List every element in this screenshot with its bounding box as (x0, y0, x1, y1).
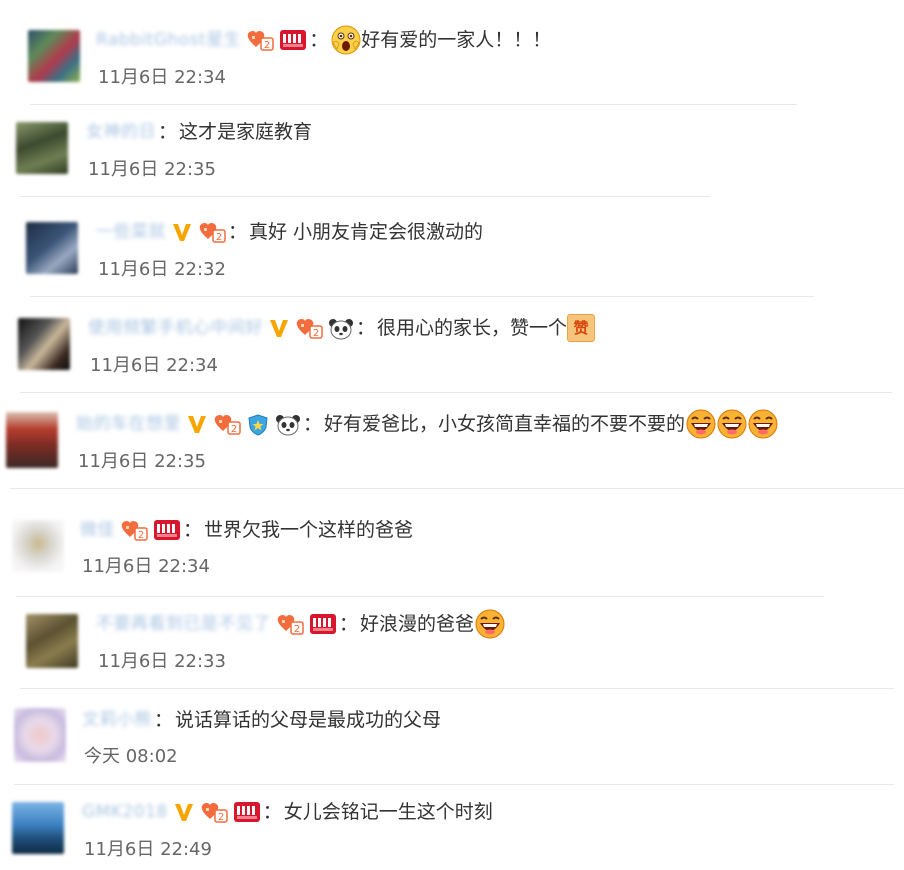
username-link[interactable]: 微佳 (80, 516, 115, 544)
shocked-emoji-icon (331, 25, 361, 55)
divider (14, 784, 894, 785)
laughing-emoji-icon (686, 409, 716, 439)
comment-text: 好有爱爸比，小女孩简直幸福的不要不要的 (324, 413, 686, 435)
zan-icon: 赞 (567, 314, 596, 342)
username-link[interactable]: GMK2018 (82, 798, 168, 826)
timestamp: 11月6日 22:49 (84, 839, 212, 860)
vip-v-icon[interactable] (173, 801, 195, 823)
comment-line: 始的车在想里 ： 好有爱爸比，小女孩简直幸福的不要不要的 (76, 410, 778, 438)
divider (20, 196, 710, 197)
fan-badge-icon[interactable] (246, 29, 274, 51)
laughing-emoji-icon (475, 609, 505, 639)
avatar[interactable] (26, 614, 78, 668)
colon-separator: ： (339, 613, 359, 635)
timestamp: 11月6日 22:34 (90, 355, 218, 376)
comment-line: RabbitGhost星生 ： 好有爱的一家人！！！ (96, 26, 551, 54)
fan-badge-icon[interactable] (120, 519, 148, 541)
laughing-emoji-icon (717, 409, 747, 439)
vip-v-icon[interactable] (186, 413, 208, 435)
divider (10, 488, 904, 489)
member-badge-icon[interactable] (279, 29, 307, 51)
comment-text: 这才是家庭教育 (179, 121, 313, 143)
timestamp: 11月6日 22:34 (98, 67, 226, 88)
divider (16, 596, 824, 597)
comment-text: 好浪漫的爸爸 (360, 613, 475, 635)
colon-separator: ： (154, 709, 174, 731)
username-link[interactable]: 始的车在想里 (76, 410, 181, 438)
timestamp: 今天 08:02 (84, 746, 178, 767)
avatar[interactable] (18, 318, 70, 370)
vip-v-icon[interactable] (268, 317, 290, 339)
colon-separator: ： (356, 317, 376, 339)
vip-v-icon[interactable] (171, 221, 193, 243)
avatar[interactable] (6, 412, 58, 468)
comment-line: 不要再看到已是不见了 ： 好浪漫的爸爸 (96, 610, 505, 638)
divider (30, 104, 797, 105)
colon-separator: ： (183, 519, 203, 541)
fan-badge-icon[interactable] (200, 801, 228, 823)
member-badge-icon[interactable] (233, 801, 261, 823)
colon-separator: ： (262, 801, 282, 823)
avatar[interactable] (16, 122, 68, 174)
laughing-emoji-icon (748, 409, 778, 439)
comment-line: GMK2018 ： 女儿会铭记一生这个时刻 (82, 798, 493, 826)
comment-text: 很用心的家长，赞一个 (377, 317, 568, 339)
comment-line: 微佳 ： 世界欠我一个这样的爸爸 (80, 516, 413, 544)
avatar[interactable] (12, 520, 64, 572)
comment-line: 一些菜就 ： 真好 小朋友肯定会很激动的 (96, 218, 483, 246)
comment-text: 说话算话的父母是最成功的父母 (175, 709, 442, 731)
username-link[interactable]: 女神的日 (86, 118, 156, 146)
colon-separator: ： (228, 221, 248, 243)
avatar[interactable] (26, 222, 78, 274)
timestamp: 11月6日 22:33 (98, 651, 226, 672)
divider (30, 296, 814, 297)
fan-badge-icon[interactable] (295, 317, 323, 339)
divider (20, 392, 892, 393)
member-badge-icon[interactable] (309, 613, 337, 635)
username-link[interactable]: RabbitGhost星生 (96, 26, 241, 54)
panda-icon[interactable] (328, 317, 354, 339)
comment-text: 世界欠我一个这样的爸爸 (204, 519, 414, 541)
fan-badge-icon[interactable] (213, 413, 241, 435)
avatar[interactable] (14, 708, 66, 762)
colon-separator: ： (158, 121, 178, 143)
username-link[interactable]: 使用频繁手机心中间好 (88, 314, 263, 342)
colon-separator: ： (309, 29, 329, 51)
comment-text: 好有爱的一家人！！！ (361, 29, 552, 51)
colon-separator: ： (303, 413, 323, 435)
fan-badge-icon[interactable] (276, 613, 304, 635)
comment-text: 女儿会铭记一生这个时刻 (283, 801, 493, 823)
username-link[interactable]: 不要再看到已是不见了 (96, 610, 271, 638)
comment-line: 文莉小熊 ： 说话算话的父母是最成功的父母 (82, 706, 441, 734)
panda-icon[interactable] (275, 413, 301, 435)
timestamp: 11月6日 22:35 (88, 159, 216, 180)
comment-text: 真好 小朋友肯定会很激动的 (249, 221, 484, 243)
divider (20, 688, 894, 689)
timestamp: 11月6日 22:34 (82, 556, 210, 577)
username-link[interactable]: 文莉小熊 (82, 706, 152, 734)
timestamp: 11月6日 22:32 (98, 259, 226, 280)
fan-badge-icon[interactable] (198, 221, 226, 243)
member-badge-icon[interactable] (153, 519, 181, 541)
comment-line: 女神的日 ： 这才是家庭教育 (86, 118, 312, 146)
timestamp: 11月6日 22:35 (78, 451, 206, 472)
comment-line: 使用频繁手机心中间好 ： 很用心的家长，赞一个 赞 (88, 314, 596, 342)
username-link[interactable]: 一些菜就 (96, 218, 166, 246)
avatar[interactable] (28, 30, 80, 82)
avatar[interactable] (12, 802, 64, 854)
shield-badge-icon[interactable] (246, 413, 270, 435)
